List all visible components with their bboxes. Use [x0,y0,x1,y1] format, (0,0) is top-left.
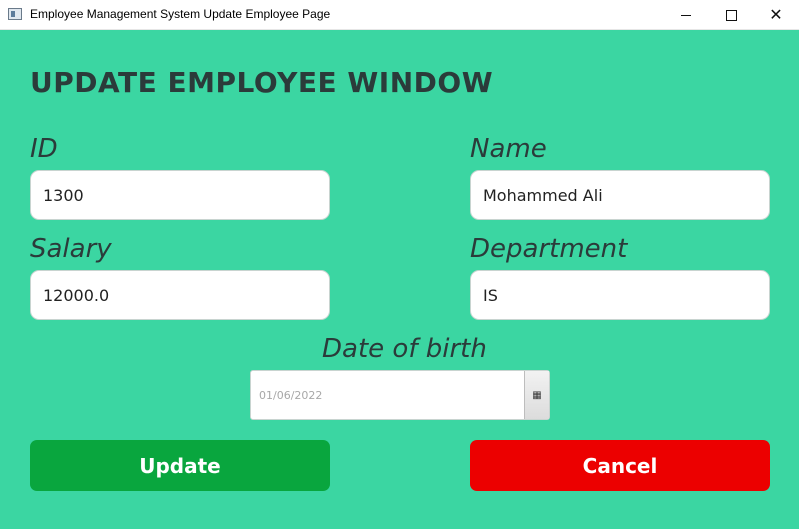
maximize-icon [725,9,737,21]
name-label: Name [470,134,547,164]
page-title: UPDATE EMPLOYEE WINDOW [30,66,494,99]
salary-field[interactable]: 12000.0 [30,270,330,320]
close-button[interactable]: ✕ [753,0,799,30]
update-button[interactable]: Update [30,440,330,491]
department-field[interactable]: IS [470,270,770,320]
name-field[interactable]: Mohammed Ali [470,170,770,220]
minimize-button[interactable] [663,0,709,30]
minimize-icon [681,14,691,16]
dob-date-picker: 01/06/2022 ▦ [250,370,550,420]
calendar-icon: ▦ [532,389,542,401]
calendar-button[interactable]: ▦ [524,371,549,419]
close-icon: ✕ [769,5,783,24]
id-label: ID [30,134,58,164]
id-field[interactable]: 1300 [30,170,330,220]
app-icon [8,8,22,20]
dob-label: Date of birth [322,334,487,364]
dob-input[interactable]: 01/06/2022 [251,371,525,419]
salary-label: Salary [30,234,112,264]
window-title: Employee Management System Update Employ… [30,7,331,21]
title-bar: Employee Management System Update Employ… [0,0,799,30]
maximize-button[interactable] [708,0,754,30]
cancel-button[interactable]: Cancel [470,440,770,491]
update-employee-window: Employee Management System Update Employ… [0,0,799,529]
department-label: Department [470,234,628,264]
